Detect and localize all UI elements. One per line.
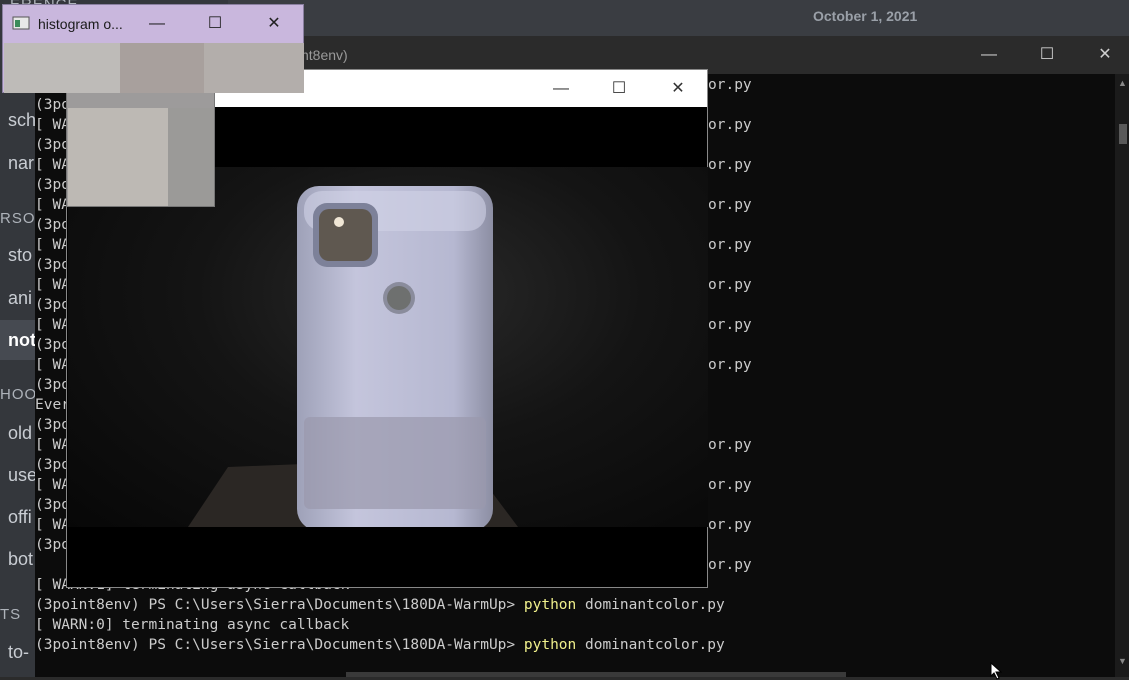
- terminal-prompt-line: (3point8env) PS C:\Users\Sierra\Document…: [35, 635, 725, 655]
- histogram-color-swatch: [68, 108, 168, 206]
- histogram-window-secondary[interactable]: [66, 92, 215, 207]
- terminal-prompt-line: (3point8env) PS C:\Users\Sierra\Document…: [35, 595, 725, 615]
- terminal-line-fragment: Ever: [35, 397, 70, 413]
- terminal-line-fragment: or.py: [708, 357, 752, 373]
- close-icon[interactable]: ✕: [1085, 42, 1125, 68]
- terminal-line-fragment: or.py: [708, 197, 752, 213]
- window-app-icon: [12, 16, 30, 30]
- maximize-icon[interactable]: ☐: [599, 76, 639, 102]
- mouse-cursor-icon: [990, 662, 1003, 680]
- terminal-line-fragment: or.py: [708, 517, 752, 533]
- vertical-scrollbar[interactable]: [1115, 74, 1129, 677]
- terminal-line-fragment: or.py: [708, 117, 752, 133]
- scrollbar-thumb[interactable]: [1119, 124, 1127, 144]
- scroll-down-icon[interactable]: ▼: [1118, 656, 1127, 666]
- dominant-color-bar: [4, 43, 304, 93]
- terminal-line-fragment: (3po: [35, 217, 70, 233]
- terminal-line-fragment: (3po: [35, 137, 70, 153]
- terminal-line-fragment: (3po: [35, 457, 70, 473]
- horizontal-scrollbar[interactable]: [346, 672, 846, 677]
- terminal-line-fragment: (3po: [35, 297, 70, 313]
- sidebar-item-active[interactable]: not: [8, 330, 36, 351]
- command-arg: dominantcolor.py: [576, 637, 725, 653]
- sidebar-item[interactable]: sto: [8, 245, 32, 266]
- terminal-line-fragment: or.py: [708, 277, 752, 293]
- maximize-icon[interactable]: ☐: [197, 11, 233, 37]
- terminal-line-fragment: [ WA: [35, 517, 70, 533]
- terminal-line-fragment: or.py: [708, 317, 752, 333]
- terminal-line-fragment: (3po: [35, 377, 70, 393]
- sidebar-item[interactable]: to-: [8, 642, 29, 663]
- terminal-line-fragment: or.py: [708, 437, 752, 453]
- terminal-line-fragment: [ WA: [35, 277, 70, 293]
- terminal-line-fragment: or.py: [708, 77, 752, 93]
- terminal-line-fragment: [ WA: [35, 357, 70, 373]
- sidebar-section-school: HOO: [0, 386, 38, 403]
- terminal-line-fragment: [ WA: [35, 317, 70, 333]
- terminal-title: nt8env): [301, 47, 348, 63]
- close-icon[interactable]: ✕: [256, 11, 292, 37]
- terminal-line: [ WARN:0] terminating async callback: [35, 617, 350, 633]
- note-date: October 1, 2021: [813, 8, 918, 24]
- histogram-color-swatch: [120, 43, 204, 93]
- sidebar-section-lists: TS: [0, 606, 22, 623]
- maximize-icon[interactable]: ☐: [1027, 42, 1067, 68]
- command: python: [523, 637, 577, 653]
- terminal-line-fragment: (3po: [35, 417, 70, 433]
- sidebar-item[interactable]: bot: [8, 549, 33, 570]
- prompt: (3point8env) PS C:\Users\Sierra\Document…: [35, 637, 524, 653]
- terminal-line-fragment: [ WA: [35, 117, 70, 133]
- terminal-line-fragment: or.py: [708, 157, 752, 173]
- terminal-line-fragment: or.py: [708, 557, 752, 573]
- terminal-line-fragment: [ WA: [35, 157, 70, 173]
- histogram-color-swatch: [204, 43, 304, 93]
- command: python: [523, 597, 577, 613]
- minimize-icon[interactable]: —: [969, 42, 1009, 68]
- sidebar-item[interactable]: nar: [8, 153, 34, 174]
- terminal-line-fragment: [ WA: [35, 437, 70, 453]
- terminal-line-fragment: or.py: [708, 477, 752, 493]
- terminal-line-fragment: [ WA: [35, 237, 70, 253]
- terminal-line-fragment: (3po: [35, 177, 70, 193]
- terminal-line-fragment: (3po: [35, 257, 70, 273]
- command-arg: dominantcolor.py: [576, 597, 725, 613]
- histogram-color-swatch: [168, 108, 214, 206]
- terminal-line-fragment: [ WA: [35, 477, 70, 493]
- minimize-icon[interactable]: —: [541, 76, 581, 102]
- terminal-line-fragment: (3po: [35, 337, 70, 353]
- terminal-line-fragment: or.py: [708, 237, 752, 253]
- histogram-title: histogram o...: [38, 16, 123, 32]
- background-header: [228, 0, 1129, 36]
- terminal-line-fragment: (3po: [35, 537, 70, 553]
- scroll-up-icon[interactable]: ▲: [1118, 78, 1127, 88]
- minimize-icon[interactable]: —: [139, 11, 175, 37]
- histogram-color-swatch: [4, 43, 120, 93]
- close-icon[interactable]: ✕: [658, 76, 698, 102]
- sidebar-item[interactable]: use: [8, 465, 37, 486]
- sidebar-item[interactable]: ani: [8, 288, 32, 309]
- sidebar-item[interactable]: offi: [8, 507, 32, 528]
- terminal-line-fragment: (3po: [35, 497, 70, 513]
- histogram-window[interactable]: histogram o... — ☐ ✕: [2, 4, 304, 93]
- sidebar-item[interactable]: old: [8, 423, 32, 444]
- sidebar-item[interactable]: sch: [8, 110, 36, 131]
- webcam-feed: [68, 167, 708, 527]
- terminal-line-fragment: [ WA: [35, 197, 70, 213]
- prompt: (3point8env) PS C:\Users\Sierra\Document…: [35, 597, 524, 613]
- terminal-line-fragment: (3po: [35, 97, 70, 113]
- phone-image: [188, 186, 518, 527]
